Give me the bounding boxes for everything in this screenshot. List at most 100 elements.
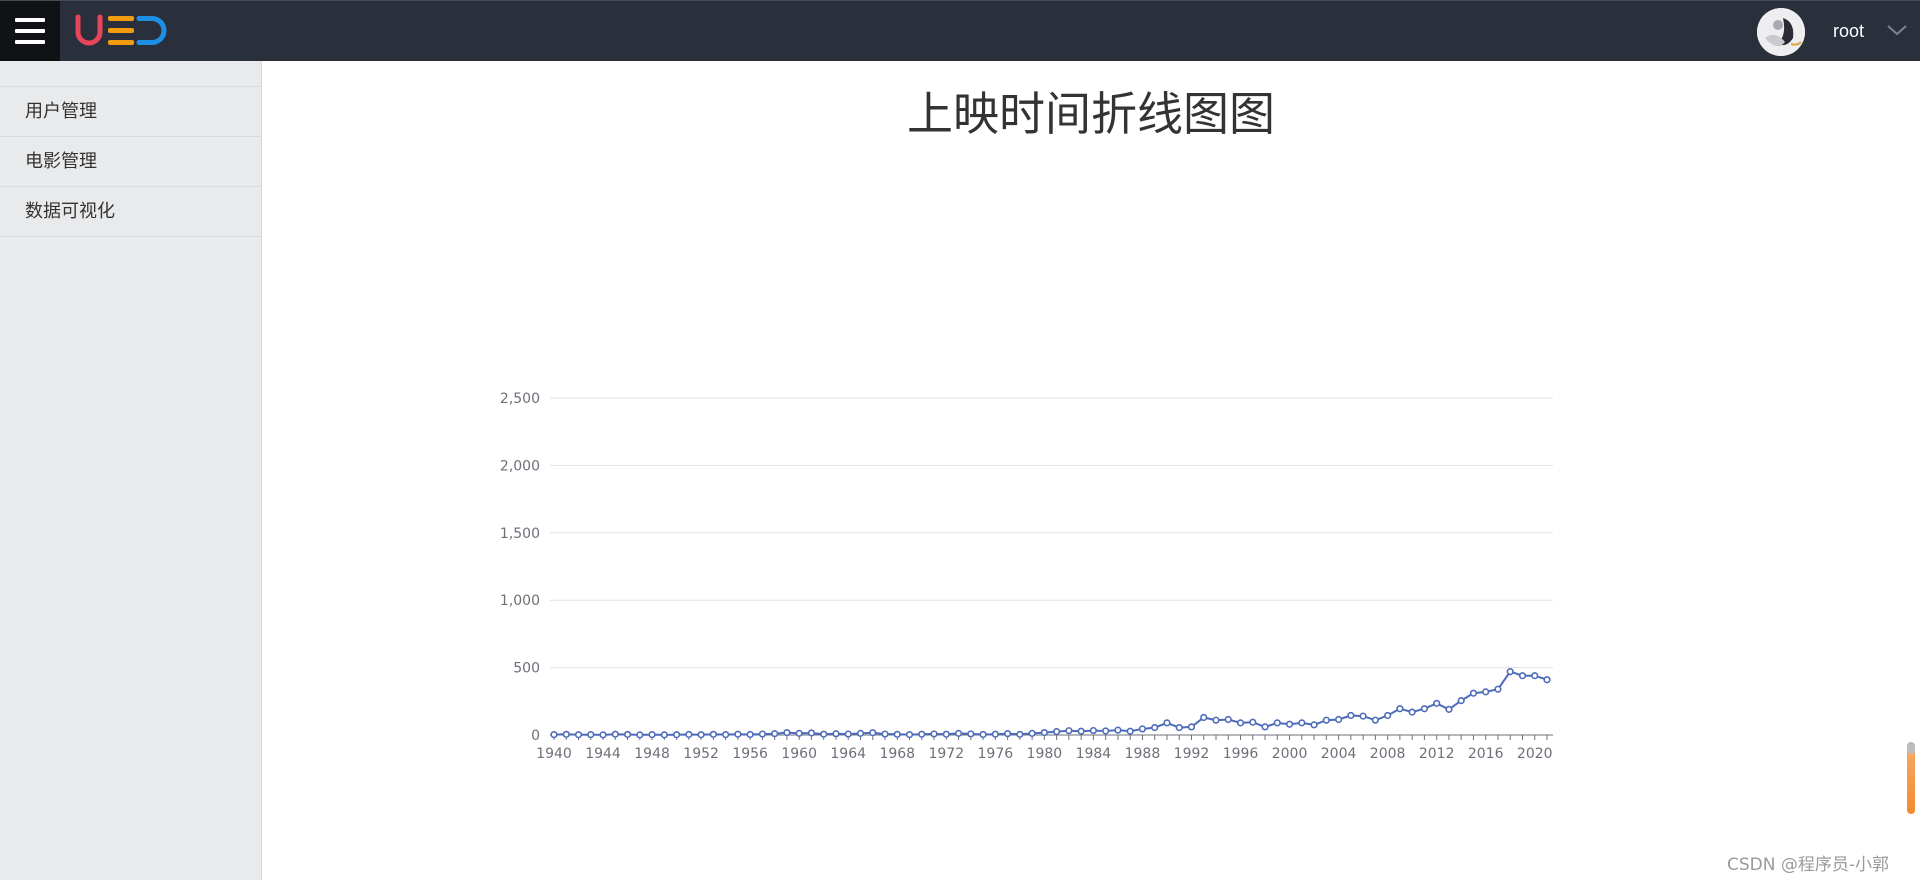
data-point: [1089, 726, 1098, 735]
data-point: [1126, 727, 1134, 735]
data-point: [954, 729, 963, 737]
x-tick-label: 1984: [1076, 746, 1112, 762]
data-point: [758, 730, 767, 738]
y-tick-label: 500: [513, 661, 540, 677]
data-point: [1212, 716, 1220, 724]
data-point: [574, 731, 583, 739]
y-tick-label: 0: [531, 728, 540, 744]
data-point: [722, 730, 730, 739]
data-point: [1040, 728, 1048, 737]
data-point: [771, 730, 779, 738]
x-tick-label: 1956: [732, 746, 768, 762]
data-point: [1310, 721, 1318, 729]
data-point: [1322, 716, 1330, 724]
data-point: [918, 730, 926, 738]
sidebar-item-data-visualization[interactable]: 数据可视化: [0, 187, 261, 237]
sidebar-item-user-management[interactable]: 用户管理: [0, 87, 261, 137]
data-point: [807, 729, 816, 737]
sidebar: 用户管理 电影管理 数据可视化: [0, 61, 262, 880]
data-point: [697, 731, 705, 739]
data-point: [550, 730, 558, 739]
x-tick-label: 1992: [1174, 746, 1210, 762]
data-point: [648, 730, 656, 739]
data-point: [1433, 699, 1441, 707]
x-tick-label: 1964: [830, 746, 866, 762]
data-point: [1482, 688, 1490, 696]
scroll-indicator[interactable]: [1907, 742, 1915, 814]
data-point: [856, 729, 865, 737]
x-tick-label: 1996: [1223, 746, 1259, 762]
series-line: [553, 670, 1548, 736]
data-point: [1445, 705, 1453, 713]
data-point: [1016, 730, 1024, 738]
data-point: [1543, 676, 1551, 684]
x-tick-label: 1980: [1027, 746, 1063, 762]
chevron-down-icon[interactable]: [1886, 23, 1908, 37]
data-point: [1200, 713, 1208, 722]
data-point: [1506, 668, 1514, 676]
data-point: [1285, 720, 1294, 728]
data-point: [905, 730, 914, 739]
data-point: [1065, 727, 1073, 735]
data-point: [562, 730, 570, 738]
data-point: [734, 730, 742, 738]
data-point: [1518, 672, 1527, 680]
x-tick-label: 1948: [634, 746, 670, 762]
data-point: [746, 730, 754, 739]
data-point: [1224, 715, 1232, 724]
x-tick-label: 1940: [536, 746, 572, 762]
y-tick-label: 1,500: [500, 526, 540, 542]
data-point: [991, 730, 999, 738]
data-point: [1236, 719, 1245, 727]
x-tick-label: 2004: [1321, 746, 1357, 762]
data-point: [844, 730, 852, 738]
user-avatar[interactable]: [1757, 8, 1805, 56]
data-point: [1175, 723, 1183, 732]
data-point: [611, 730, 619, 738]
data-point: [1102, 727, 1110, 735]
data-point: [979, 730, 987, 739]
x-tick-label: 2000: [1272, 746, 1308, 762]
data-point: [1163, 719, 1171, 727]
data-point: [1298, 719, 1306, 727]
data-point: [599, 731, 607, 739]
data-point: [587, 730, 595, 739]
watermark: CSDN @程序员-小郭: [1727, 855, 1890, 875]
x-tick-label: 1944: [585, 746, 621, 762]
data-point: [1273, 719, 1281, 727]
username-label[interactable]: root: [1833, 21, 1864, 42]
sidebar-item-movie-management[interactable]: 电影管理: [0, 137, 261, 187]
data-point: [1114, 726, 1122, 734]
data-point: [1138, 725, 1147, 733]
x-tick-label: 1968: [879, 746, 915, 762]
data-point: [1531, 672, 1539, 680]
data-point: [623, 730, 632, 739]
data-point: [660, 731, 668, 739]
x-tick-label: 2012: [1419, 746, 1455, 762]
data-point: [1396, 705, 1404, 713]
data-point: [1028, 729, 1036, 737]
sidebar-menu: 用户管理 电影管理 数据可视化: [0, 86, 261, 237]
x-tick-label: 2016: [1468, 746, 1504, 762]
x-tick-label: 1960: [781, 746, 817, 762]
y-tick-label: 2,000: [500, 458, 540, 474]
data-point: [1457, 697, 1465, 705]
data-point: [1261, 723, 1269, 731]
x-tick-label: 1972: [928, 746, 964, 762]
hamburger-menu-icon[interactable]: [0, 1, 60, 61]
data-point: [709, 730, 717, 738]
data-point: [672, 731, 681, 739]
x-tick-label: 1988: [1125, 746, 1161, 762]
data-point: [967, 730, 975, 738]
data-point: [1187, 723, 1196, 731]
x-tick-label: 2008: [1370, 746, 1406, 762]
data-point: [685, 730, 693, 739]
y-tick-label: 2,500: [500, 391, 540, 407]
data-point: [1347, 711, 1355, 720]
data-point: [1003, 730, 1012, 738]
data-point: [1249, 718, 1257, 726]
data-point: [1053, 728, 1061, 736]
y-tick-label: 1,000: [500, 593, 540, 609]
data-point: [1077, 727, 1085, 735]
ued-logo[interactable]: [74, 12, 170, 50]
